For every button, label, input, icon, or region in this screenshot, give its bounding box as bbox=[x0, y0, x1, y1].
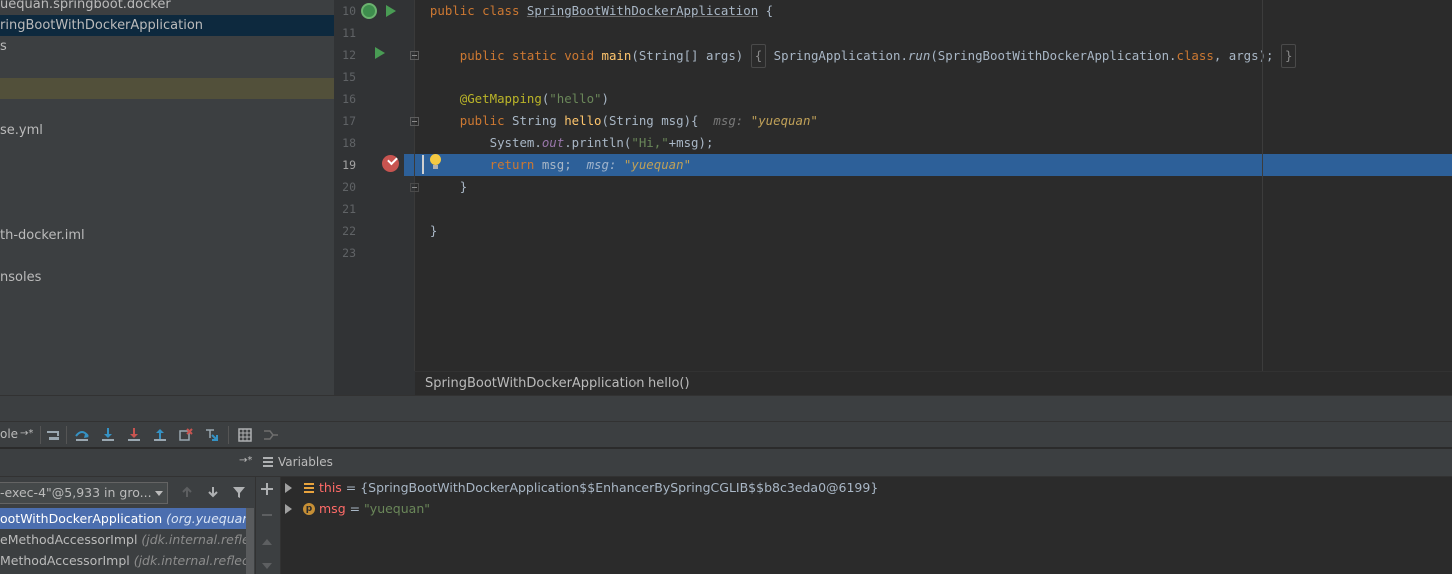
step-over-icon[interactable] bbox=[74, 427, 90, 443]
frames-header: →* bbox=[0, 449, 255, 477]
code-line-16: @GetMapping("hello") bbox=[459, 91, 609, 106]
breadcrumb-separator: › bbox=[633, 376, 639, 391]
folded-code-close[interactable]: } bbox=[1280, 44, 1297, 68]
line-number: 15 bbox=[342, 70, 356, 84]
debug-toolbar: ole →* bbox=[0, 422, 1452, 448]
drop-frame-icon[interactable] bbox=[178, 427, 194, 443]
code-line-20: } bbox=[429, 179, 468, 194]
code-line-17: public String hello(String msg){ msg: "y… bbox=[459, 113, 818, 128]
filter-icon[interactable] bbox=[232, 485, 246, 499]
line-number: 22 bbox=[342, 224, 356, 238]
code-line-18: System.out.println("Hi,"+msg); bbox=[489, 135, 714, 150]
tree-item-iml[interactable]: th-docker.iml bbox=[0, 225, 334, 246]
tree-item[interactable] bbox=[0, 183, 334, 204]
variable-row-msg[interactable]: msg = "yuequan" bbox=[281, 498, 1452, 519]
step-out-icon[interactable] bbox=[152, 427, 168, 443]
tree-item[interactable] bbox=[0, 204, 334, 225]
text-caret bbox=[422, 155, 424, 174]
move-up-icon[interactable] bbox=[261, 537, 273, 547]
toolbar-divider bbox=[228, 426, 229, 444]
variable-entry: msg = "yuequan" bbox=[319, 498, 430, 519]
tree-item[interactable] bbox=[0, 57, 334, 78]
chevron-down-icon bbox=[155, 491, 163, 496]
line-number: 16 bbox=[342, 92, 356, 106]
toolbar-divider bbox=[66, 426, 67, 444]
list-icon bbox=[263, 457, 273, 467]
pin-frames-icon[interactable]: →* bbox=[239, 455, 252, 466]
evaluate-expression-icon[interactable] bbox=[237, 427, 253, 443]
run-main-icon[interactable] bbox=[375, 47, 385, 59]
variables-header: Variables bbox=[255, 449, 1452, 477]
thread-selector[interactable]: -exec-4"@5,933 in gro... bbox=[0, 482, 168, 504]
stack-frame[interactable]: MethodAccessorImpl (jdk.internal.reflect… bbox=[0, 550, 246, 571]
console-tab[interactable]: ole bbox=[0, 427, 18, 441]
tree-item-scratches-consoles[interactable]: nsoles bbox=[0, 267, 334, 288]
code-line-19-execution-point: return msg; msg: "yuequan" bbox=[415, 154, 1452, 176]
line-number: 18 bbox=[342, 136, 356, 150]
trace-current-stream-icon[interactable] bbox=[263, 427, 279, 443]
add-watch-icon[interactable] bbox=[260, 482, 274, 496]
stack-frame[interactable]: eMethodAccessorImpl (jdk.internal.reflec… bbox=[0, 529, 246, 550]
line-number: 21 bbox=[342, 202, 356, 216]
gutter-footer bbox=[334, 371, 415, 395]
folded-code-open[interactable]: { bbox=[750, 44, 767, 68]
arrow-up-icon[interactable] bbox=[180, 485, 194, 499]
run-class-icon[interactable] bbox=[386, 5, 396, 17]
variable-name: msg bbox=[319, 501, 346, 516]
tree-item-application-class[interactable]: ringBootWithDockerApplication bbox=[0, 15, 334, 36]
code-line-22: } bbox=[429, 223, 438, 238]
project-tool-window: uequan.springboot.docker ringBootWithDoc… bbox=[0, 0, 334, 395]
code-line-10: public class SpringBootWithDockerApplica… bbox=[429, 3, 774, 18]
tree-item-highlighted[interactable] bbox=[0, 78, 334, 99]
toolbar-divider bbox=[40, 426, 41, 444]
tree-item[interactable] bbox=[0, 162, 334, 183]
run-to-cursor-icon[interactable] bbox=[204, 427, 220, 443]
fold-toggle[interactable] bbox=[410, 117, 419, 126]
variables-title: Variables bbox=[278, 455, 333, 469]
code-editor[interactable]: public class SpringBootWithDockerApplica… bbox=[415, 0, 1452, 371]
variable-row-this[interactable]: this = {SpringBootWithDockerApplication$… bbox=[281, 477, 1452, 498]
tree-item[interactable] bbox=[0, 246, 334, 267]
line-number: 20 bbox=[342, 180, 356, 194]
execution-line-gutter-highlight bbox=[404, 154, 414, 176]
move-down-icon[interactable] bbox=[261, 561, 273, 571]
fold-toggle[interactable] bbox=[410, 51, 419, 60]
line-number: 17 bbox=[342, 114, 356, 128]
variable-value: "yuequan" bbox=[364, 501, 430, 516]
breakpoint-icon[interactable] bbox=[382, 155, 399, 172]
force-step-into-icon[interactable] bbox=[126, 427, 142, 443]
frames-panel: →* -exec-4"@5,933 in gro... ootWithDocke… bbox=[0, 449, 255, 574]
breadcrumb: SpringBootWithDockerApplication › hello(… bbox=[415, 371, 1452, 395]
line-number-current: 19 bbox=[342, 158, 356, 172]
intention-bulb-icon[interactable] bbox=[430, 154, 441, 169]
variable-value: {SpringBootWithDockerApplication$$Enhanc… bbox=[360, 480, 879, 495]
tree-item-yml[interactable]: se.yml bbox=[0, 120, 334, 141]
line-number: 23 bbox=[342, 246, 356, 260]
right-margin-guide bbox=[1262, 0, 1263, 371]
show-execution-point-icon[interactable] bbox=[46, 427, 62, 443]
variable-equals: = bbox=[345, 501, 365, 516]
tree-item-package[interactable]: uequan.springboot.docker bbox=[0, 0, 334, 15]
tree-item[interactable] bbox=[0, 99, 334, 120]
arrow-down-icon[interactable] bbox=[206, 485, 220, 499]
line-number: 12 bbox=[342, 48, 356, 62]
spring-bean-icon[interactable] bbox=[361, 3, 377, 19]
line-number: 11 bbox=[342, 26, 356, 40]
fold-end-marker bbox=[410, 183, 419, 192]
variable-equals: = bbox=[341, 480, 361, 495]
code-line-12: public static void main(String[] args) {… bbox=[415, 44, 1452, 68]
pin-tab-icon[interactable]: →* bbox=[20, 428, 33, 439]
variable-name: this bbox=[319, 480, 342, 495]
tree-item-resources[interactable]: s bbox=[0, 36, 334, 57]
breadcrumb-method[interactable]: hello() bbox=[648, 372, 690, 396]
breadcrumb-class[interactable]: SpringBootWithDockerApplication bbox=[425, 372, 645, 396]
stack-frame[interactable]: ootWithDockerApplication (org.yuequan.sp bbox=[0, 508, 246, 529]
remove-watch-icon[interactable] bbox=[260, 508, 274, 522]
variable-entry: this = {SpringBootWithDockerApplication$… bbox=[319, 477, 878, 498]
frames-scrollbar[interactable] bbox=[246, 508, 254, 574]
tree-item[interactable] bbox=[0, 141, 334, 162]
step-into-icon[interactable] bbox=[100, 427, 116, 443]
line-number: 10 bbox=[342, 4, 356, 18]
debug-tab-strip bbox=[0, 395, 1452, 422]
